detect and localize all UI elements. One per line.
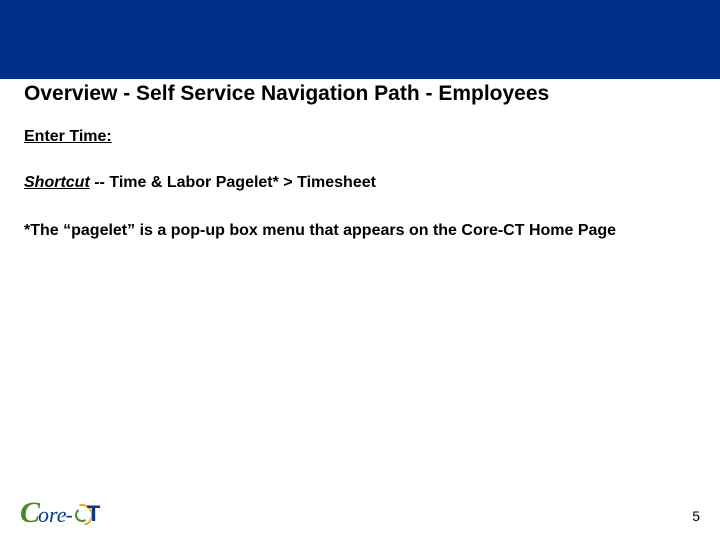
- slide-body: Enter Time: Shortcut -- Time & Labor Pag…: [0, 112, 720, 242]
- shortcut-path: Shortcut -- Time & Labor Pagelet* > Time…: [24, 174, 696, 192]
- pagelet-note: *The “pagelet” is a pop-up box menu that…: [24, 220, 696, 242]
- section-label-enter-time: Enter Time:: [24, 128, 696, 146]
- page-number: 5: [692, 508, 700, 524]
- logo-letters-ore: ore: [38, 504, 67, 526]
- shortcut-rest: -- Time & Labor Pagelet* > Timesheet: [90, 174, 376, 191]
- core-ct-logo: C ore - T: [20, 498, 100, 528]
- logo-letter-t: T: [87, 501, 100, 527]
- slide-title: Overview - Self Service Navigation Path …: [24, 82, 549, 106]
- title-bar: Overview - Self Service Navigation Path …: [0, 79, 720, 112]
- shortcut-label: Shortcut: [24, 174, 90, 191]
- logo-letter-c: C: [20, 498, 40, 528]
- header-band: Overview - Self Service Navigation Path …: [0, 0, 720, 112]
